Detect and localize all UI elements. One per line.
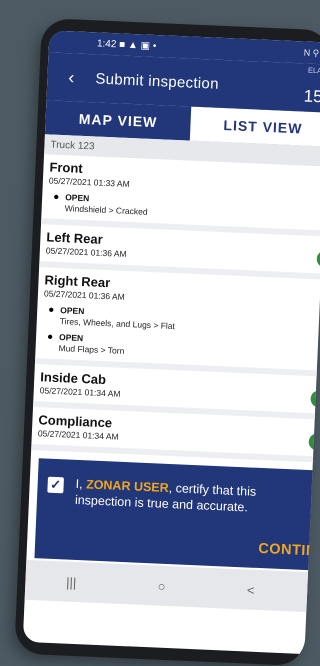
elapsed-time: ELAPSED TIME 15:2 (303, 66, 320, 108)
elapsed-label: ELAPSED TIME (307, 65, 320, 85)
bullet-icon: ● (46, 331, 54, 343)
certify-user: ZONAR USER (85, 477, 170, 495)
status-right-icons: N ⚲ ≈ (303, 46, 320, 58)
certify-text: I, ZONAR USER, certify that this inspect… (75, 476, 276, 517)
tab-list-view[interactable]: LIST VIEW (189, 106, 320, 147)
app-screen: 1:42 ■ ▲ ▣ • N ⚲ ≈ ‹ Submit inspection E… (22, 30, 320, 655)
recent-apps-icon[interactable]: ||| (66, 574, 77, 589)
section-right-rear[interactable]: Right Rear 05/27/2021 01:36 AM ● OPEN Ti… (34, 267, 320, 377)
defect-desc: Mud Flaps > Torn (58, 343, 125, 356)
certify-checkbox[interactable]: ✓ (47, 476, 64, 494)
back-arrow-icon[interactable]: ‹ (57, 66, 86, 88)
bullet-icon: ● (48, 304, 55, 316)
home-icon[interactable]: ○ (157, 578, 166, 593)
elapsed-value: 15:2 (303, 86, 320, 107)
defect-item[interactable]: ● OPEN Windshield > Cracked (48, 191, 320, 224)
bullet-icon: ● (52, 191, 60, 203)
continue-button[interactable]: CONTINUE (258, 541, 320, 560)
phone-frame: 1:42 ■ ▲ ▣ • N ⚲ ≈ ‹ Submit inspection E… (14, 18, 320, 666)
certification-panel: ✓ I, ZONAR USER, certify that this inspe… (34, 458, 320, 571)
back-nav-icon[interactable]: < (247, 582, 255, 597)
page-title: Submit inspection (95, 69, 220, 93)
section-front[interactable]: Front 05/27/2021 01:33 AM ● OPEN Windshi… (41, 154, 320, 237)
status-time: 1:42 ■ ▲ ▣ • (96, 37, 157, 52)
defect-item[interactable]: ● OPEN Mud Flaps > Torn (41, 331, 320, 364)
tab-map-view[interactable]: MAP VIEW (45, 100, 191, 140)
